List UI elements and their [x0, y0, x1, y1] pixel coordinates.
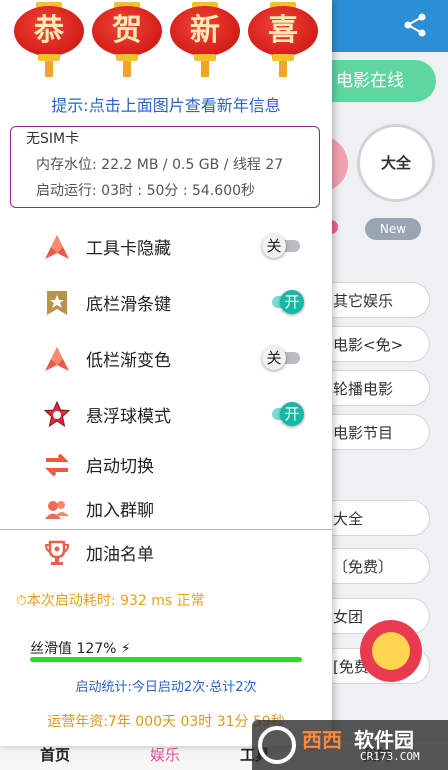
lantern-tassel — [45, 61, 53, 77]
menu-label: 加入群聊 — [86, 501, 154, 521]
toggle-knob: 关 — [262, 346, 286, 370]
lantern-character: 恭 — [34, 13, 64, 48]
setting-toolcard-hide[interactable]: 工具卡隐藏 关 — [0, 226, 332, 266]
smiley-face-icon[interactable] — [372, 632, 410, 670]
floating-ball-toggle[interactable]: 开 — [262, 400, 304, 428]
startup-time-text: ⏱本次启动耗时: 932 ms 正常 — [16, 593, 205, 609]
bottombar-slider-toggle[interactable]: 开 — [262, 288, 304, 316]
new-badge: New — [365, 218, 421, 240]
menu-startup-switch[interactable]: 启动切换 — [0, 444, 332, 484]
lantern-character: 喜 — [268, 13, 298, 48]
setting-bottombar-slider[interactable]: 底栏滑条键 开 — [0, 282, 332, 322]
hint-text: 提示:点击上面图片查看新年信息 — [51, 96, 281, 115]
lantern-foot — [194, 54, 216, 61]
setting-label: 悬浮球模式 — [86, 407, 171, 427]
bg-list-item[interactable]: 〔免费〕 — [318, 548, 430, 584]
group-icon — [45, 501, 69, 519]
watermark-logo-icon — [258, 726, 296, 764]
nav-home[interactable]: 首页 — [40, 744, 70, 765]
uptime-status: 启动运行: 03时 : 50分 : 54.600秒 — [36, 183, 256, 199]
menu-label: 启动切换 — [86, 457, 154, 477]
all-category-circle[interactable]: 大全 — [357, 124, 435, 202]
watermark-domain: CR173.COM — [360, 750, 420, 763]
memory-status: 内存水位: 22.2 MB / 0.5 GB / 线程 27 — [36, 157, 284, 173]
new-year-lantern-banner[interactable]: 恭 贺 新 喜 — [14, 0, 320, 78]
toolcard-hide-toggle[interactable]: 关 — [262, 232, 304, 260]
watermark-brand-a: 西西 — [302, 728, 342, 752]
divider — [0, 529, 332, 530]
bg-list-item[interactable]: 电影<免> — [318, 326, 430, 362]
lantern-foot — [116, 54, 138, 61]
toggle-knob: 关 — [262, 234, 286, 258]
lantern-foot — [38, 54, 60, 61]
bg-list-item[interactable]: 其它娱乐 — [318, 282, 430, 318]
setting-floating-ball[interactable]: 悬浮球模式 开 — [0, 394, 332, 434]
setting-label: 底栏滑条键 — [86, 295, 171, 315]
setting-label: 工具卡隐藏 — [86, 239, 171, 259]
lantern-foot — [272, 54, 294, 61]
toggle-knob: 开 — [280, 290, 304, 314]
smoothness-bar — [30, 657, 302, 662]
lantern[interactable]: 贺 — [92, 0, 162, 78]
swap-arrows-icon — [45, 453, 69, 477]
menu-label: 加油名单 — [86, 545, 154, 565]
lantern-character: 新 — [190, 13, 220, 48]
sim-status: 无SIM卡 — [26, 131, 80, 147]
share-icon[interactable] — [402, 12, 428, 38]
menu-join-group[interactable]: 加入群聊 — [0, 488, 332, 528]
lantern-tassel — [123, 61, 131, 77]
side-drawer: 恭 贺 新 喜 提示:点击上面图片查看新年信息 无SIM卡 内存水位: 22.2… — [0, 0, 332, 746]
lantern[interactable]: 恭 — [14, 0, 84, 78]
watermark-brand-b: 软件园 — [354, 728, 414, 752]
lantern-character: 贺 — [112, 13, 142, 48]
lantern-tassel — [279, 61, 287, 77]
setting-label: 低栏渐变色 — [86, 351, 171, 371]
lantern-tassel — [201, 61, 209, 77]
red-star-circle-icon — [43, 400, 71, 428]
launch-stats-text: 启动统计:今日启动2次·总计2次 — [75, 680, 257, 695]
toggle-knob: 开 — [280, 402, 304, 426]
bg-list-item[interactable]: 大全 — [318, 500, 430, 536]
site-watermark: 西西 软件园 CR173.COM — [252, 720, 448, 770]
red-warning-star-icon — [45, 235, 69, 259]
star-badge-icon — [47, 291, 67, 315]
bg-list-item[interactable]: 轮播电影 — [318, 370, 430, 406]
lantern[interactable]: 新 — [170, 0, 240, 78]
trophy-icon — [44, 540, 70, 565]
bottombar-gradient-toggle[interactable]: 关 — [262, 344, 304, 372]
menu-cheer-list[interactable]: 加油名单 — [0, 532, 332, 572]
nav-entertainment[interactable]: 娱乐 — [150, 744, 180, 765]
setting-bottombar-gradient[interactable]: 低栏渐变色 关 — [0, 338, 332, 378]
red-warning-star-icon — [45, 347, 69, 371]
bg-list-item[interactable]: 电影节目 — [318, 414, 430, 450]
smoothness-text: 丝滑值 127% ⚡ — [30, 641, 131, 657]
lantern[interactable]: 喜 — [248, 0, 318, 78]
